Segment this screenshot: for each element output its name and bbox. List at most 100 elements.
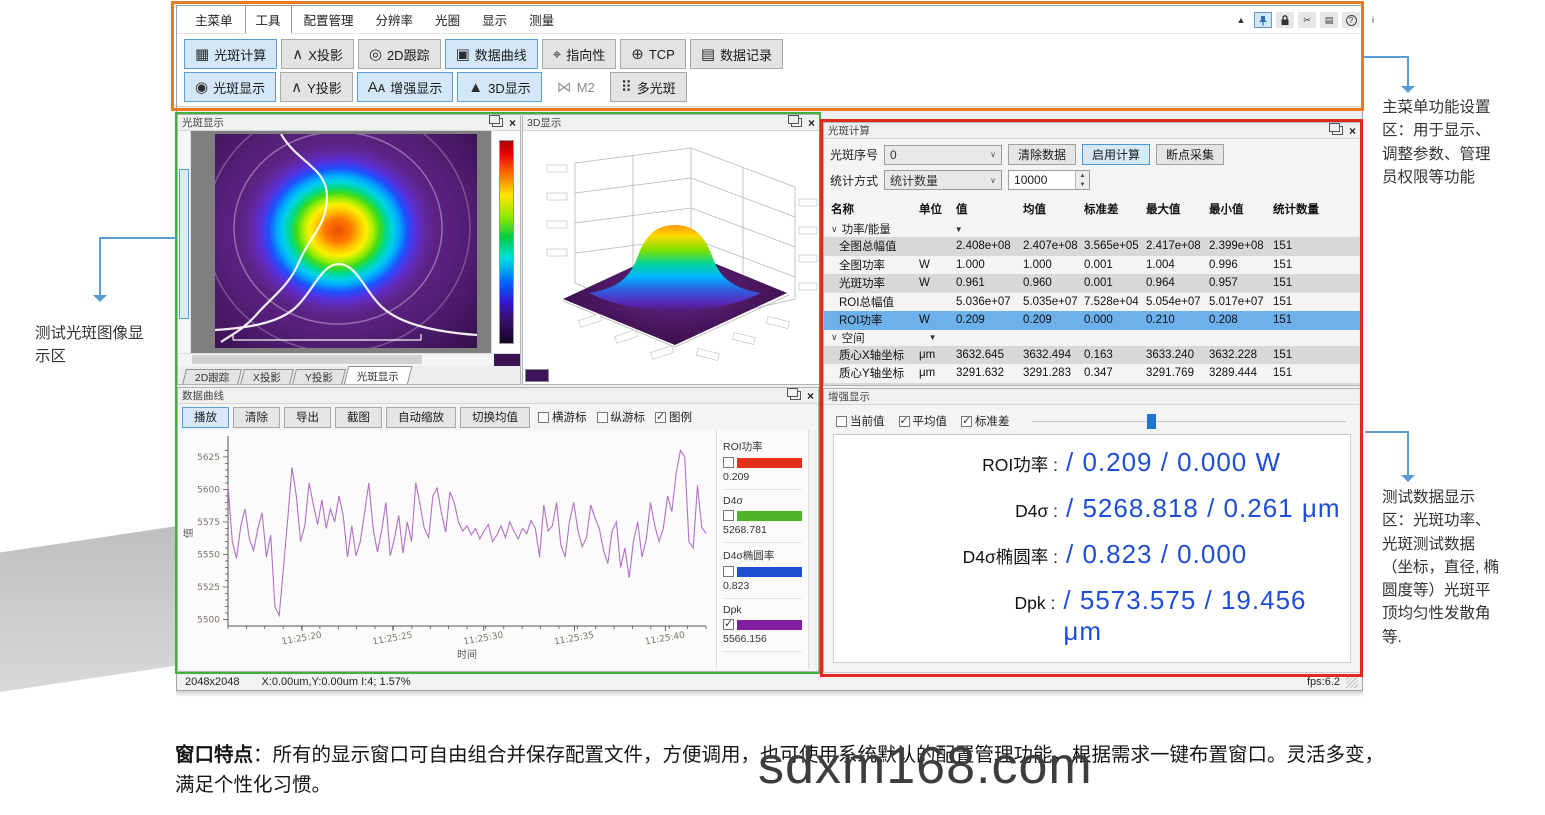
y-projection-button[interactable]: ∧ Y投影 [280,72,353,102]
horizontal-scrollbar[interactable] [178,353,520,366]
table-row[interactable]: 质心X轴坐标 μm 3632.645 3632.494 0.163 3633.2… [824,346,1360,365]
data-curve-button[interactable]: ▣ 数据曲线 [445,39,538,69]
info-icon[interactable]: i [1364,12,1382,28]
menu-item[interactable]: 光圈 [425,6,470,33]
table-group-row[interactable]: ∨ 空间 ▼ [824,330,1360,346]
table-header: 名称 单位 值 均值 标准差 最大值 最小值 统计数量 [824,198,1360,221]
beam-seq-select[interactable]: 0∨ [884,145,1002,165]
3d-display-button[interactable]: ▲ 3D显示 [457,72,541,102]
legend-checkbox[interactable] [723,619,734,630]
spin-up-icon[interactable]: ▲ [1076,171,1089,180]
checkbox-icon[interactable] [961,416,972,427]
font-size-slider[interactable] [1032,413,1353,429]
x-projection-button[interactable]: ∧ X投影 [281,39,354,69]
menu-item[interactable]: 配置管理 [294,6,364,33]
legend-checkbox[interactable] [723,510,734,521]
m2-button[interactable]: ⋈ M2 [546,72,606,102]
checkbox-icon[interactable] [655,412,666,423]
lock-icon[interactable] [1276,12,1294,28]
table-group-row[interactable]: ∨ 功率/能量 ▼ [824,221,1360,237]
float-window-icon[interactable] [1332,126,1343,135]
legend-value: 5268.781 [723,524,802,536]
menu-item[interactable]: 分辨率 [366,6,424,33]
close-icon[interactable]: × [807,390,814,402]
toggle-mean-button[interactable]: 切换均值 [460,407,530,428]
float-window-icon[interactable] [790,391,801,400]
svg-text:5575: 5575 [197,518,220,528]
screenshot-button[interactable]: 截图 [335,407,382,428]
2d-tracking-button[interactable]: ◎ 2D跟踪 [358,39,441,69]
curve-option-checkbox[interactable]: 横游标 [538,409,587,425]
resize-grip[interactable] [1346,676,1358,688]
beam-calc-button[interactable]: ▦ 光斑计算 [184,39,277,69]
checkbox-icon[interactable] [899,416,910,427]
autoscale-button[interactable]: 自动缩放 [386,407,456,428]
table-row[interactable]: ROI总幅值 5.036e+07 5.035e+07 7.528e+04 5.0… [824,293,1360,312]
vertical-scrollbar[interactable] [178,131,191,353]
enhanced-option-checkbox[interactable]: 当前值 [836,413,885,429]
menu-item[interactable]: 测量 [519,6,564,33]
value-text: / 5268.818 / 0.261 μm [1066,493,1341,524]
menu-item[interactable]: 主菜单 [185,6,243,33]
beam-display-button[interactable]: ◉ 光斑显示 [184,72,276,102]
clear-data-button[interactable]: 清除数据 [1008,144,1076,165]
checkbox-icon[interactable] [597,412,608,423]
ribbon-toolbar: ▦ 光斑计算 ∧ X投影 ◎ 2D跟踪 ▣ 数据曲线 ⌖ 指向性 [177,34,1362,107]
collapse-icon[interactable]: ▲ [1232,12,1250,28]
file-icon[interactable]: ▤ [1320,12,1338,28]
pointing-button[interactable]: ⌖ 指向性 [542,39,616,69]
close-icon[interactable]: × [509,117,516,129]
vertical-scrollbar[interactable] [808,430,818,669]
trend-chart[interactable]: 55005525555055755600562511:25:2011:25:25… [178,430,716,669]
toolbar-button-label: 光斑计算 [214,45,266,64]
curve-option-checkbox[interactable]: 图例 [655,409,692,425]
curve-option-checkbox[interactable]: 纵游标 [597,409,646,425]
table-row[interactable]: 全图功率 W 1.000 1.000 0.001 1.004 0.996 151 [824,256,1360,275]
view-tab[interactable]: 光斑显示 [344,366,413,385]
enable-calc-button[interactable]: 启用计算 [1082,144,1150,165]
stat-mode-select[interactable]: 统计数量∨ [884,170,1002,190]
table-row[interactable]: ROI功率 W 0.209 0.209 0.000 0.210 0.208 15… [824,311,1360,330]
menu-item[interactable]: 显示 [472,6,517,33]
checkbox-icon[interactable] [836,416,847,427]
table-row[interactable]: D4σX μm 5754.711 5754.176 0.401 5755.102… [824,383,1360,387]
enhanced-option-checkbox[interactable]: 平均值 [899,413,948,429]
spin-down-icon[interactable]: ▼ [1076,180,1089,189]
scrollbar-thumb[interactable] [192,355,422,364]
annotation-connector [99,237,177,239]
tcp-button[interactable]: ⊕ TCP [620,39,686,69]
view-tab[interactable]: Y投影 [292,369,346,385]
enhanced-display-button[interactable]: Aᴀ 增强显示 [357,72,453,102]
scrollbar-thumb[interactable] [179,169,189,319]
legend-checkbox[interactable] [723,457,734,468]
slider-track[interactable] [1032,421,1347,422]
cut-icon[interactable]: ✂ [1298,12,1316,28]
3d-surface-view[interactable] [523,131,819,384]
beam-2d-image[interactable] [215,134,477,348]
play-button[interactable]: 播放 [182,407,229,428]
3d-display-icon: ▲ [468,80,483,95]
export-button[interactable]: 导出 [284,407,331,428]
slider-handle[interactable] [1147,414,1156,429]
table-row[interactable]: 全图总幅值 2.408e+08 2.407e+08 3.565e+05 2.41… [824,237,1360,256]
view-tab[interactable]: X投影 [240,369,294,385]
close-icon[interactable]: × [1349,125,1356,137]
view-tab[interactable]: 2D跟踪 [182,369,242,385]
checkbox-icon[interactable] [538,412,549,423]
pin-icon[interactable] [1254,12,1272,28]
menu-item[interactable]: 工具 [245,5,292,34]
table-row[interactable]: 质心Y轴坐标 μm 3291.632 3291.283 0.347 3291.7… [824,364,1360,383]
table-row[interactable]: 光斑功率 W 0.961 0.960 0.001 0.964 0.957 151 [824,274,1360,293]
data-record-button[interactable]: ▤ 数据记录 [690,39,783,69]
sample-count-stepper[interactable]: 10000 ▲▼ [1008,170,1090,190]
float-window-icon[interactable] [791,118,802,127]
breakpoint-capture-button[interactable]: 断点采集 [1156,144,1224,165]
clear-button[interactable]: 清除 [233,407,280,428]
multi-spot-button[interactable]: ⠿ 多光斑 [610,72,687,102]
close-icon[interactable]: × [808,117,815,129]
legend-checkbox[interactable] [723,566,734,577]
enhanced-option-checkbox[interactable]: 标准差 [961,413,1010,429]
float-window-icon[interactable] [492,118,503,127]
chart-legend: ROI功率 0.209 D4σ 5268.781 [716,430,808,669]
help-icon[interactable]: ? [1342,12,1360,28]
